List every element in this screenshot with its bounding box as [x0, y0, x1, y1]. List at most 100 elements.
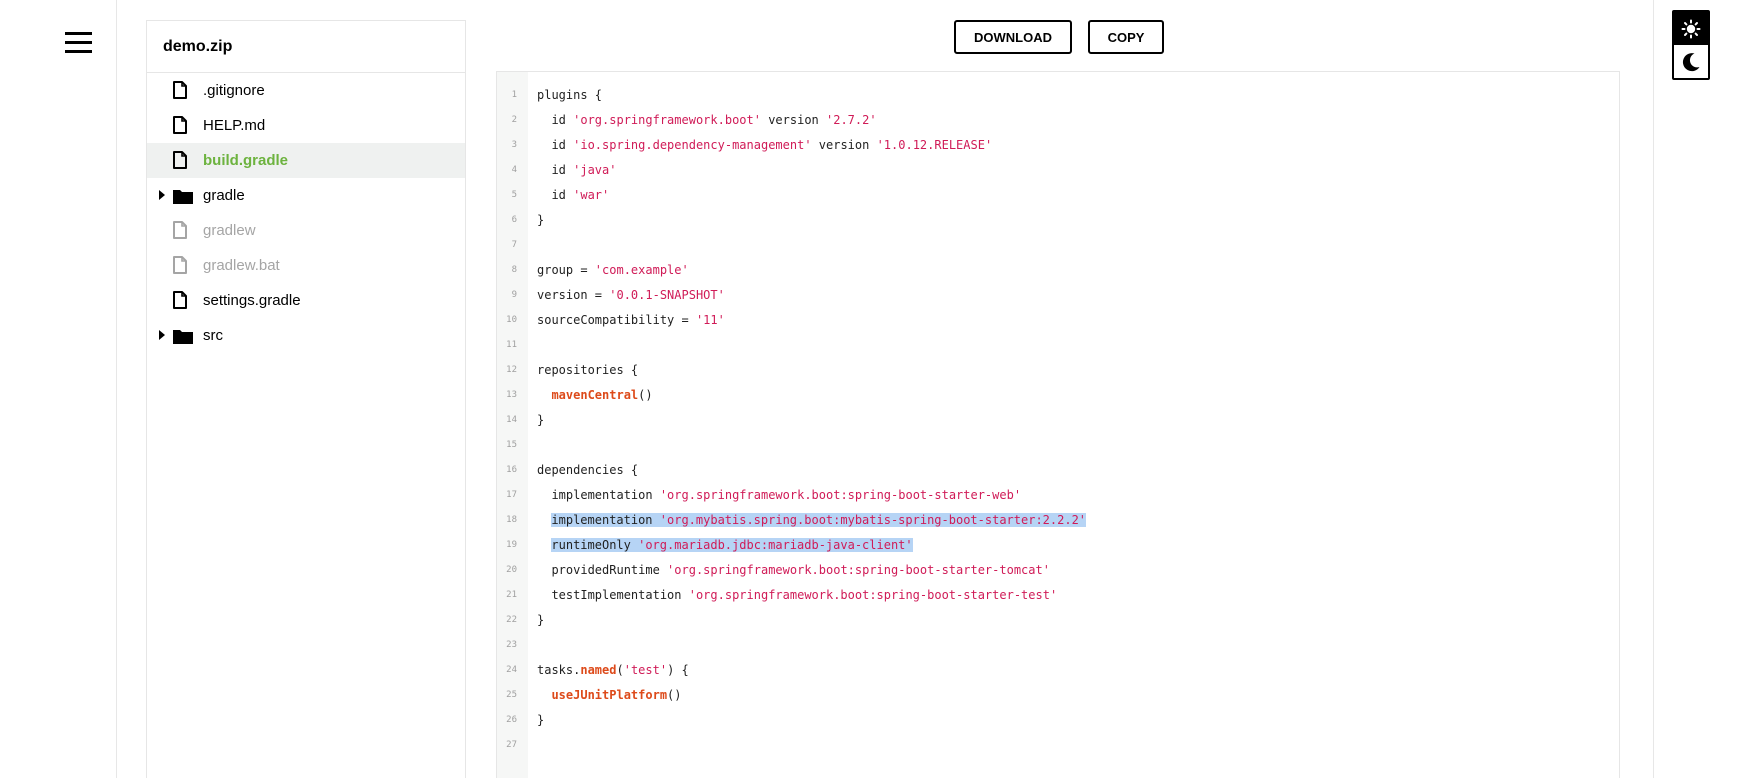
code-line: 3 id 'io.spring.dependency-management' v… — [497, 133, 1619, 158]
code-token: runtimeOnly — [551, 538, 639, 552]
line-number: 2 — [511, 115, 517, 125]
code-line: 21 testImplementation 'org.springframewo… — [497, 583, 1619, 608]
line-number: 4 — [511, 165, 517, 175]
file-icon — [173, 256, 187, 278]
code-line: 20 providedRuntime 'org.springframework.… — [497, 558, 1619, 583]
code-line: 26} — [497, 708, 1619, 733]
code-token: } — [537, 713, 545, 727]
code-viewer[interactable]: 1 plugins {2 id 'org.springframework.boot… — [496, 71, 1620, 778]
line-number: 5 — [511, 190, 517, 200]
line-content: tasks.named('test') { — [537, 658, 689, 683]
code-line: 9 version = '0.0.1-SNAPSHOT' — [497, 283, 1619, 308]
line-content: id 'java' — [537, 158, 616, 183]
code-line: 10 sourceCompatibility = '11' — [497, 308, 1619, 333]
line-content: plugins { — [537, 83, 602, 108]
tree-file[interactable]: gradlew — [147, 213, 465, 248]
caret-right-icon[interactable] — [159, 190, 165, 200]
code-line: 7 — [497, 233, 1619, 258]
code-token: repositories { — [537, 363, 639, 377]
line-content: repositories { — [537, 358, 638, 383]
file-icon — [173, 116, 187, 138]
dark-theme-button[interactable] — [1674, 45, 1708, 78]
line-content: useJUnitPlatform() — [537, 683, 682, 708]
code-token: '1.0.12.RELEASE' — [876, 138, 993, 152]
code-line: 17 implementation 'org.springframework.b… — [497, 483, 1619, 508]
code-token: 'com.example' — [594, 263, 689, 277]
code-token: 'org.springframework.boot:spring-boot-st… — [688, 588, 1058, 602]
line-number: 13 — [506, 390, 517, 400]
line-content: id 'io.spring.dependency-management' ver… — [537, 133, 992, 158]
code-token: tasks. — [537, 663, 581, 677]
code-token: 'war' — [573, 188, 610, 202]
line-number: 25 — [506, 690, 517, 700]
line-number: 22 — [506, 615, 517, 625]
menu-button[interactable] — [62, 30, 94, 56]
code-line: 4 id 'java' — [497, 158, 1619, 183]
line-number: 20 — [506, 565, 517, 575]
tree-file[interactable]: .gitignore — [147, 73, 465, 108]
line-number: 11 — [506, 340, 517, 350]
file-icon — [173, 221, 187, 243]
tree-file[interactable]: settings.gradle — [147, 283, 465, 318]
folder-icon — [173, 188, 193, 208]
caret-right-icon[interactable] — [159, 330, 165, 340]
code-line: 15 — [497, 433, 1619, 458]
copy-button[interactable]: COPY — [1088, 20, 1164, 54]
line-number: 10 — [506, 315, 517, 325]
line-number: 27 — [506, 740, 517, 750]
tree-item-label: gradlew — [203, 222, 256, 239]
download-button[interactable]: DOWNLOAD — [954, 20, 1072, 54]
file-icon — [173, 151, 187, 173]
moon-icon — [1682, 52, 1700, 71]
line-content: mavenCentral() — [537, 383, 653, 408]
code-token: () — [638, 388, 653, 402]
tree-file[interactable]: HELP.md — [147, 108, 465, 143]
code-line: 2 id 'org.springframework.boot' version … — [497, 108, 1619, 133]
code-token: dependencies { — [537, 463, 639, 477]
line-content: testImplementation 'org.springframework.… — [537, 583, 1057, 608]
code-line: 8 group = 'com.example' — [497, 258, 1619, 283]
code-line: 23 — [497, 633, 1619, 658]
line-content: version = '0.0.1-SNAPSHOT' — [537, 283, 725, 308]
code-token: group = — [537, 263, 595, 277]
code-line: 27 — [497, 733, 1619, 758]
tree-file[interactable]: gradlew.bat — [147, 248, 465, 283]
line-content: runtimeOnly 'org.mariadb.jdbc:mariadb-ja… — [551, 533, 913, 558]
line-number: 14 — [506, 415, 517, 425]
tree-item-label: gradlew.bat — [203, 257, 280, 274]
code-token: '2.7.2' — [826, 113, 877, 127]
code-token: version — [811, 138, 877, 152]
code-token: id — [537, 138, 574, 152]
theme-switcher — [1672, 10, 1710, 80]
line-number: 12 — [506, 365, 517, 375]
menu-bar — [65, 41, 92, 44]
code-token: '11' — [695, 313, 725, 327]
line-number: 19 — [506, 540, 517, 550]
code-token: id — [537, 188, 574, 202]
line-number: 3 — [511, 140, 517, 150]
tree-file[interactable]: build.gradle — [147, 143, 465, 178]
line-number: 24 — [506, 665, 517, 675]
code-token: providedRuntime — [537, 563, 668, 577]
code-token: () — [667, 688, 682, 702]
line-content: implementation 'org.mybatis.spring.boot:… — [551, 508, 1087, 533]
code-token: id — [537, 163, 574, 177]
code-token: '0.0.1-SNAPSHOT' — [609, 288, 725, 302]
tree-folder[interactable]: src — [147, 318, 465, 353]
light-theme-button[interactable] — [1674, 12, 1708, 45]
code-token: 'org.springframework.boot:spring-boot-st… — [667, 563, 1050, 577]
sun-icon — [1681, 19, 1701, 38]
code-token: id — [537, 113, 574, 127]
line-number: 8 — [511, 265, 517, 275]
code-token: 'org.mariadb.jdbc:mariadb-java-client' — [638, 538, 913, 552]
code-line: 22} — [497, 608, 1619, 633]
line-content: sourceCompatibility = '11' — [537, 308, 725, 333]
file-tree: demo.zip .gitignore HELP.md build.gradle gr… — [146, 20, 466, 778]
tree-folder[interactable]: gradle — [147, 178, 465, 213]
line-number: 17 — [506, 490, 517, 500]
code-lines: 1 plugins {2 id 'org.springframework.boot… — [497, 83, 1619, 758]
line-content: } — [537, 408, 544, 433]
line-content: implementation 'org.springframework.boot… — [537, 483, 1021, 508]
tree-item-label: src — [203, 327, 223, 344]
line-content: group = 'com.example' — [537, 258, 689, 283]
